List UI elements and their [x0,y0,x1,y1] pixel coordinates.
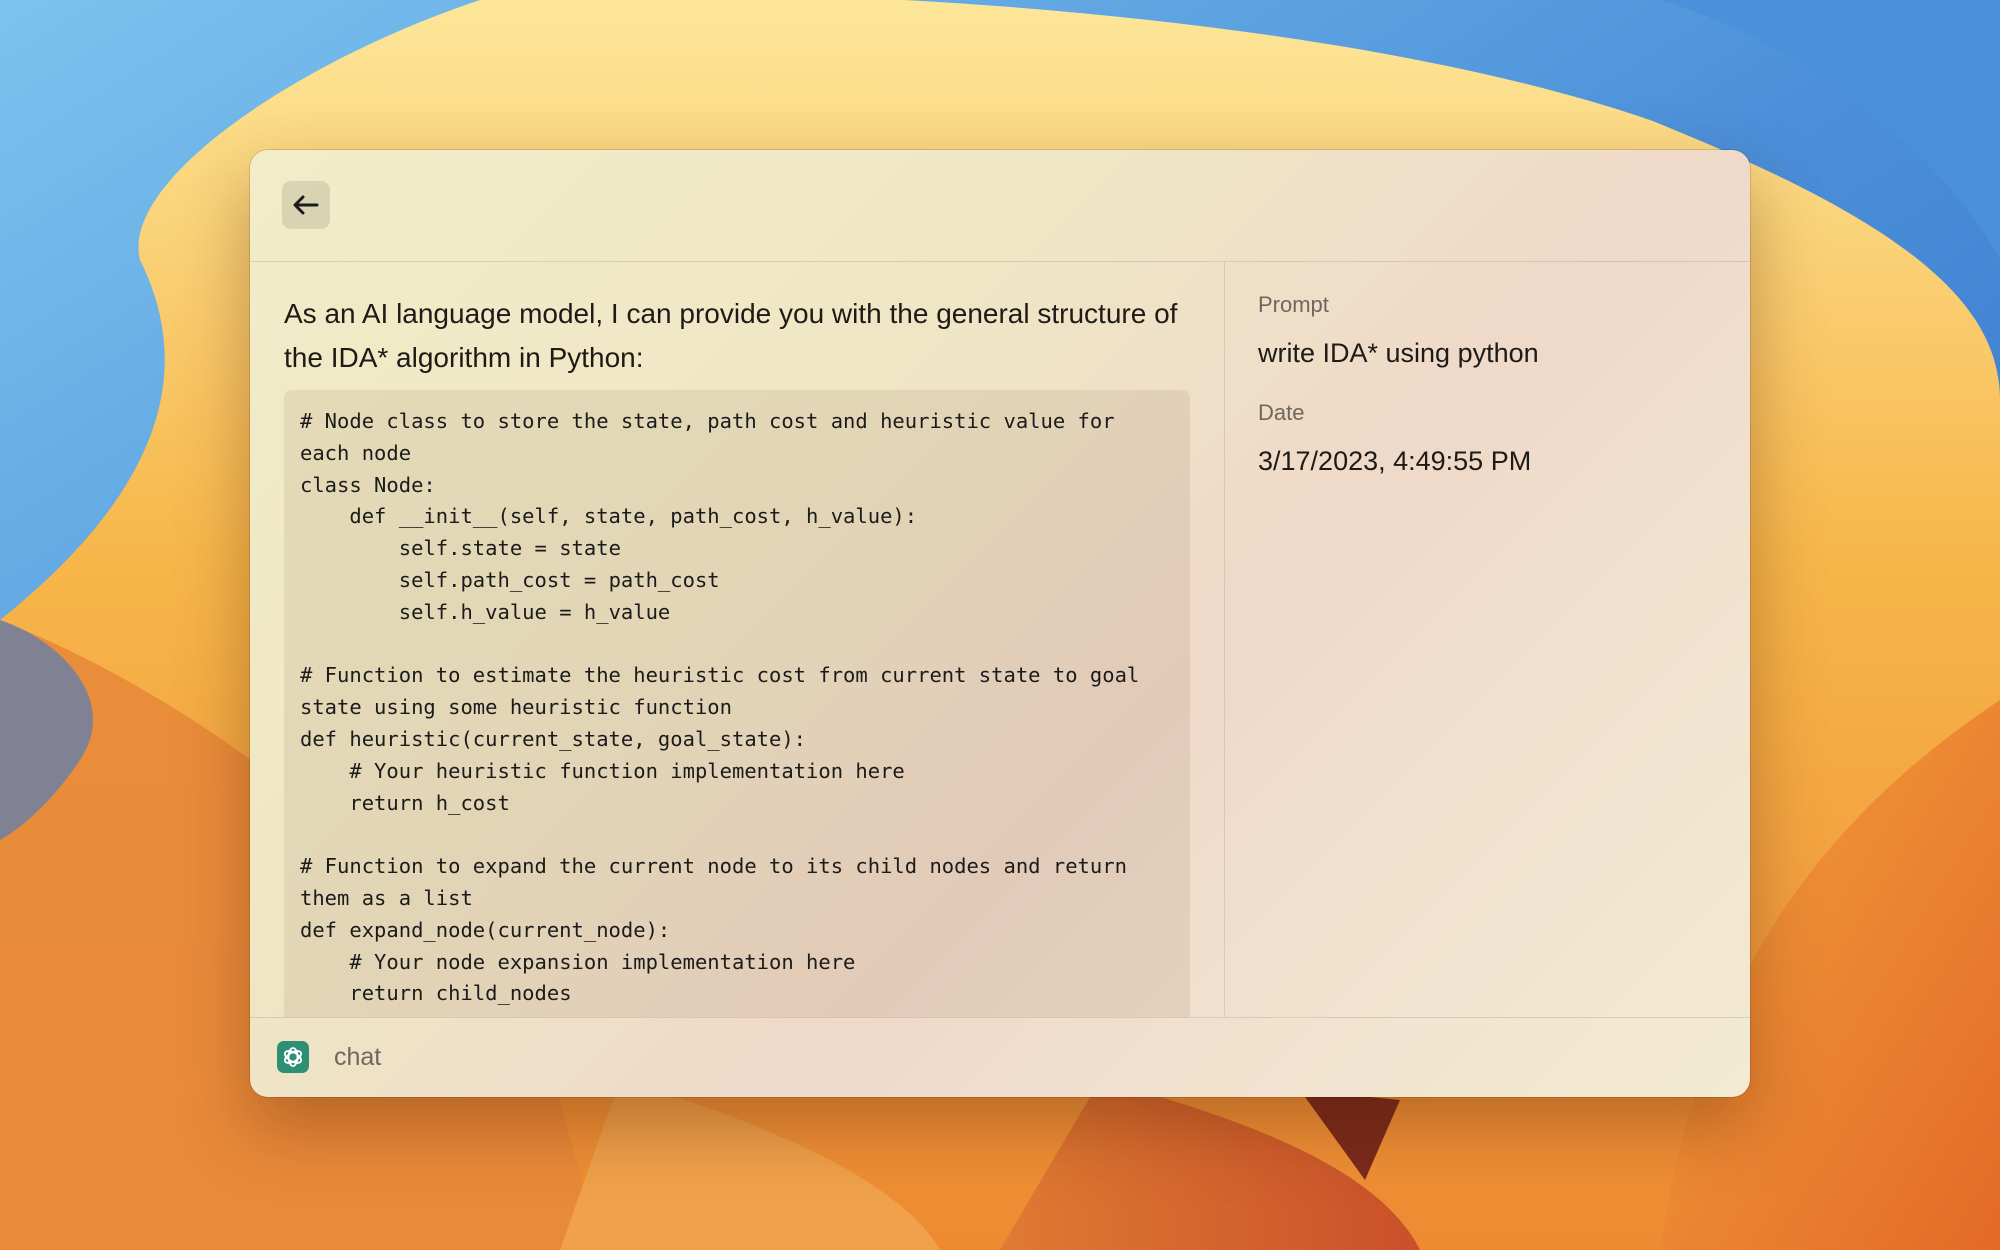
prompt-label: Prompt [1258,292,1329,317]
code-text: # Node class to store the state, path co… [300,409,1140,1006]
back-button[interactable] [282,181,330,229]
response-pane[interactable]: As an AI language model, I can provide y… [250,262,1225,1017]
date-value: 3/17/2023, 4:49:55 PM [1258,446,1532,476]
toolbar [250,150,1750,262]
response-intro-text: As an AI language model, I can provide y… [284,298,1178,373]
app-window: As an AI language model, I can provide y… [250,150,1750,1097]
prompt-value: write IDA* using python [1258,338,1539,368]
arrow-left-icon [293,195,319,215]
date-label: Date [1258,400,1305,425]
code-block: # Node class to store the state, path co… [284,390,1190,1017]
command-name: chat [334,1043,382,1071]
footer-bar: chat [250,1017,1750,1097]
chatgpt-logo-icon [277,1041,309,1073]
details-pane: Prompt write IDA* using python Date 3/17… [1226,262,1750,1017]
